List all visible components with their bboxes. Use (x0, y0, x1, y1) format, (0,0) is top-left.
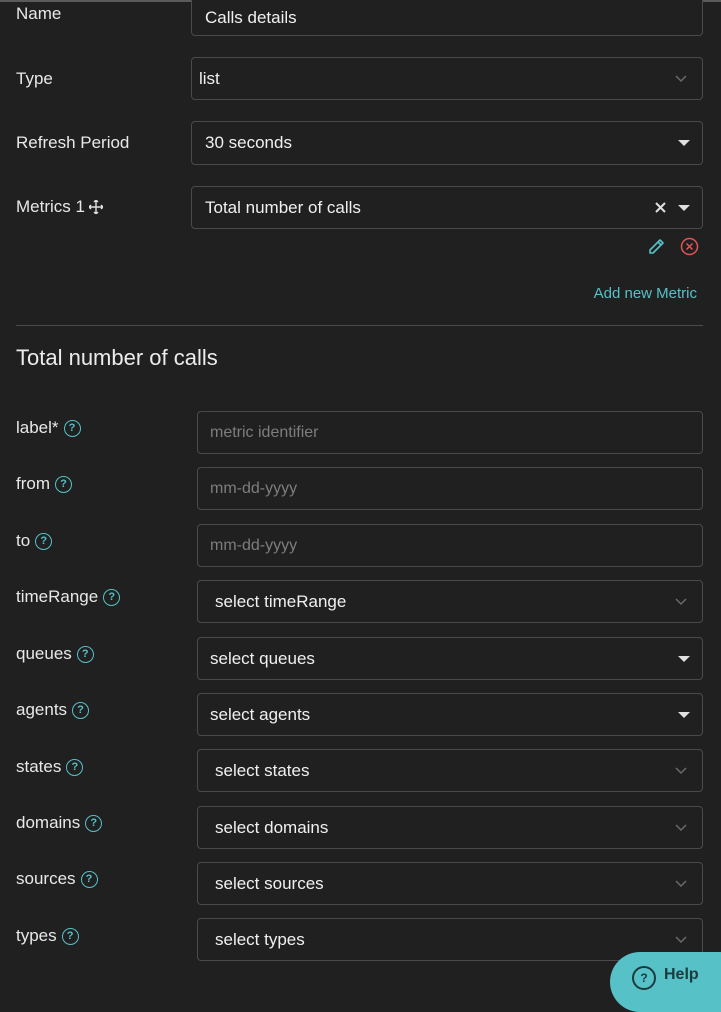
metrics-label: Metrics 1 (16, 197, 103, 217)
agents-value: select agents (210, 704, 311, 724)
field-to-label: to? (16, 531, 53, 551)
help-question-icon[interactable]: ? (85, 814, 103, 832)
field-label-label: label*? (16, 418, 81, 438)
chevron-down-icon (674, 595, 688, 609)
timerange-select[interactable]: select timeRange (197, 580, 703, 623)
agents-select[interactable]: select agents (197, 693, 703, 736)
field-queues-label: queues? (16, 644, 94, 664)
refresh-period-label: Refresh Period (16, 133, 130, 152)
metrics-select[interactable]: Total number of calls (191, 186, 703, 229)
field-from-label: from? (16, 474, 72, 494)
field-timerange-label: timeRange? (16, 587, 121, 607)
chevron-down-icon (674, 933, 688, 947)
clear-icon[interactable] (655, 202, 666, 213)
help-question-icon[interactable]: ? (63, 419, 81, 437)
metrics-value: Total number of calls (205, 197, 361, 217)
types-value: select types (215, 929, 305, 949)
to-placeholder: mm-dd-yyyy (210, 536, 298, 554)
states-select[interactable]: select states (197, 749, 703, 792)
section-divider (16, 325, 703, 326)
help-question-icon[interactable]: ? (103, 588, 121, 606)
caret-down-icon (678, 140, 690, 146)
sources-value: select sources (215, 873, 324, 893)
help-question-icon[interactable]: ? (61, 927, 79, 945)
name-value: Calls details (205, 8, 297, 27)
help-question-icon[interactable]: ? (76, 645, 94, 663)
help-question-icon[interactable]: ? (55, 475, 72, 493)
help-button[interactable]: ? Help (610, 952, 721, 1012)
label-input[interactable]: metric identifier (197, 411, 703, 454)
move-icon[interactable] (88, 200, 103, 214)
edit-metric-pencil-icon[interactable] (647, 237, 666, 261)
field-states-label: states? (16, 757, 84, 777)
help-question-icon[interactable]: ? (35, 532, 53, 550)
help-question-icon[interactable]: ? (80, 870, 98, 888)
help-question-icon[interactable]: ? (72, 701, 90, 719)
sources-select[interactable]: select sources (197, 862, 703, 905)
help-circle-icon: ? (632, 966, 656, 990)
queues-value: select queues (210, 648, 315, 668)
timerange-value: select timeRange (215, 591, 347, 611)
metric-section-title: Total number of calls (16, 345, 218, 370)
name-input[interactable]: Calls details (191, 0, 703, 36)
refresh-period-select[interactable]: 30 seconds (191, 121, 703, 165)
chevron-down-icon (674, 821, 688, 835)
states-value: select states (215, 760, 310, 780)
type-label: Type (16, 69, 53, 88)
remove-metric-icon[interactable] (680, 237, 699, 261)
chevron-down-icon (674, 764, 688, 778)
field-agents-label: agents? (16, 700, 90, 720)
help-question-icon[interactable]: ? (66, 758, 84, 776)
label-placeholder: metric identifier (210, 423, 319, 441)
caret-down-icon (678, 711, 690, 718)
add-new-metric-link[interactable]: Add new Metric (594, 285, 697, 302)
chevron-down-icon (674, 72, 688, 86)
from-date-input[interactable]: mm-dd-yyyy (197, 467, 703, 510)
caret-down-icon (678, 655, 690, 662)
to-date-input[interactable]: mm-dd-yyyy (197, 524, 703, 567)
refresh-period-value: 30 seconds (205, 133, 292, 152)
caret-down-icon (678, 204, 690, 211)
domains-value: select domains (215, 817, 329, 837)
queues-select[interactable]: select queues (197, 637, 703, 680)
domains-select[interactable]: select domains (197, 806, 703, 849)
field-types-label: types? (16, 926, 79, 946)
name-label: Name (16, 4, 62, 23)
chevron-down-icon (674, 877, 688, 891)
from-placeholder: mm-dd-yyyy (210, 479, 298, 497)
help-button-label: Help (664, 966, 699, 983)
type-value: list (199, 68, 220, 88)
field-domains-label: domains? (16, 813, 103, 833)
type-select[interactable]: list (191, 57, 703, 100)
field-sources-label: sources? (16, 869, 98, 889)
